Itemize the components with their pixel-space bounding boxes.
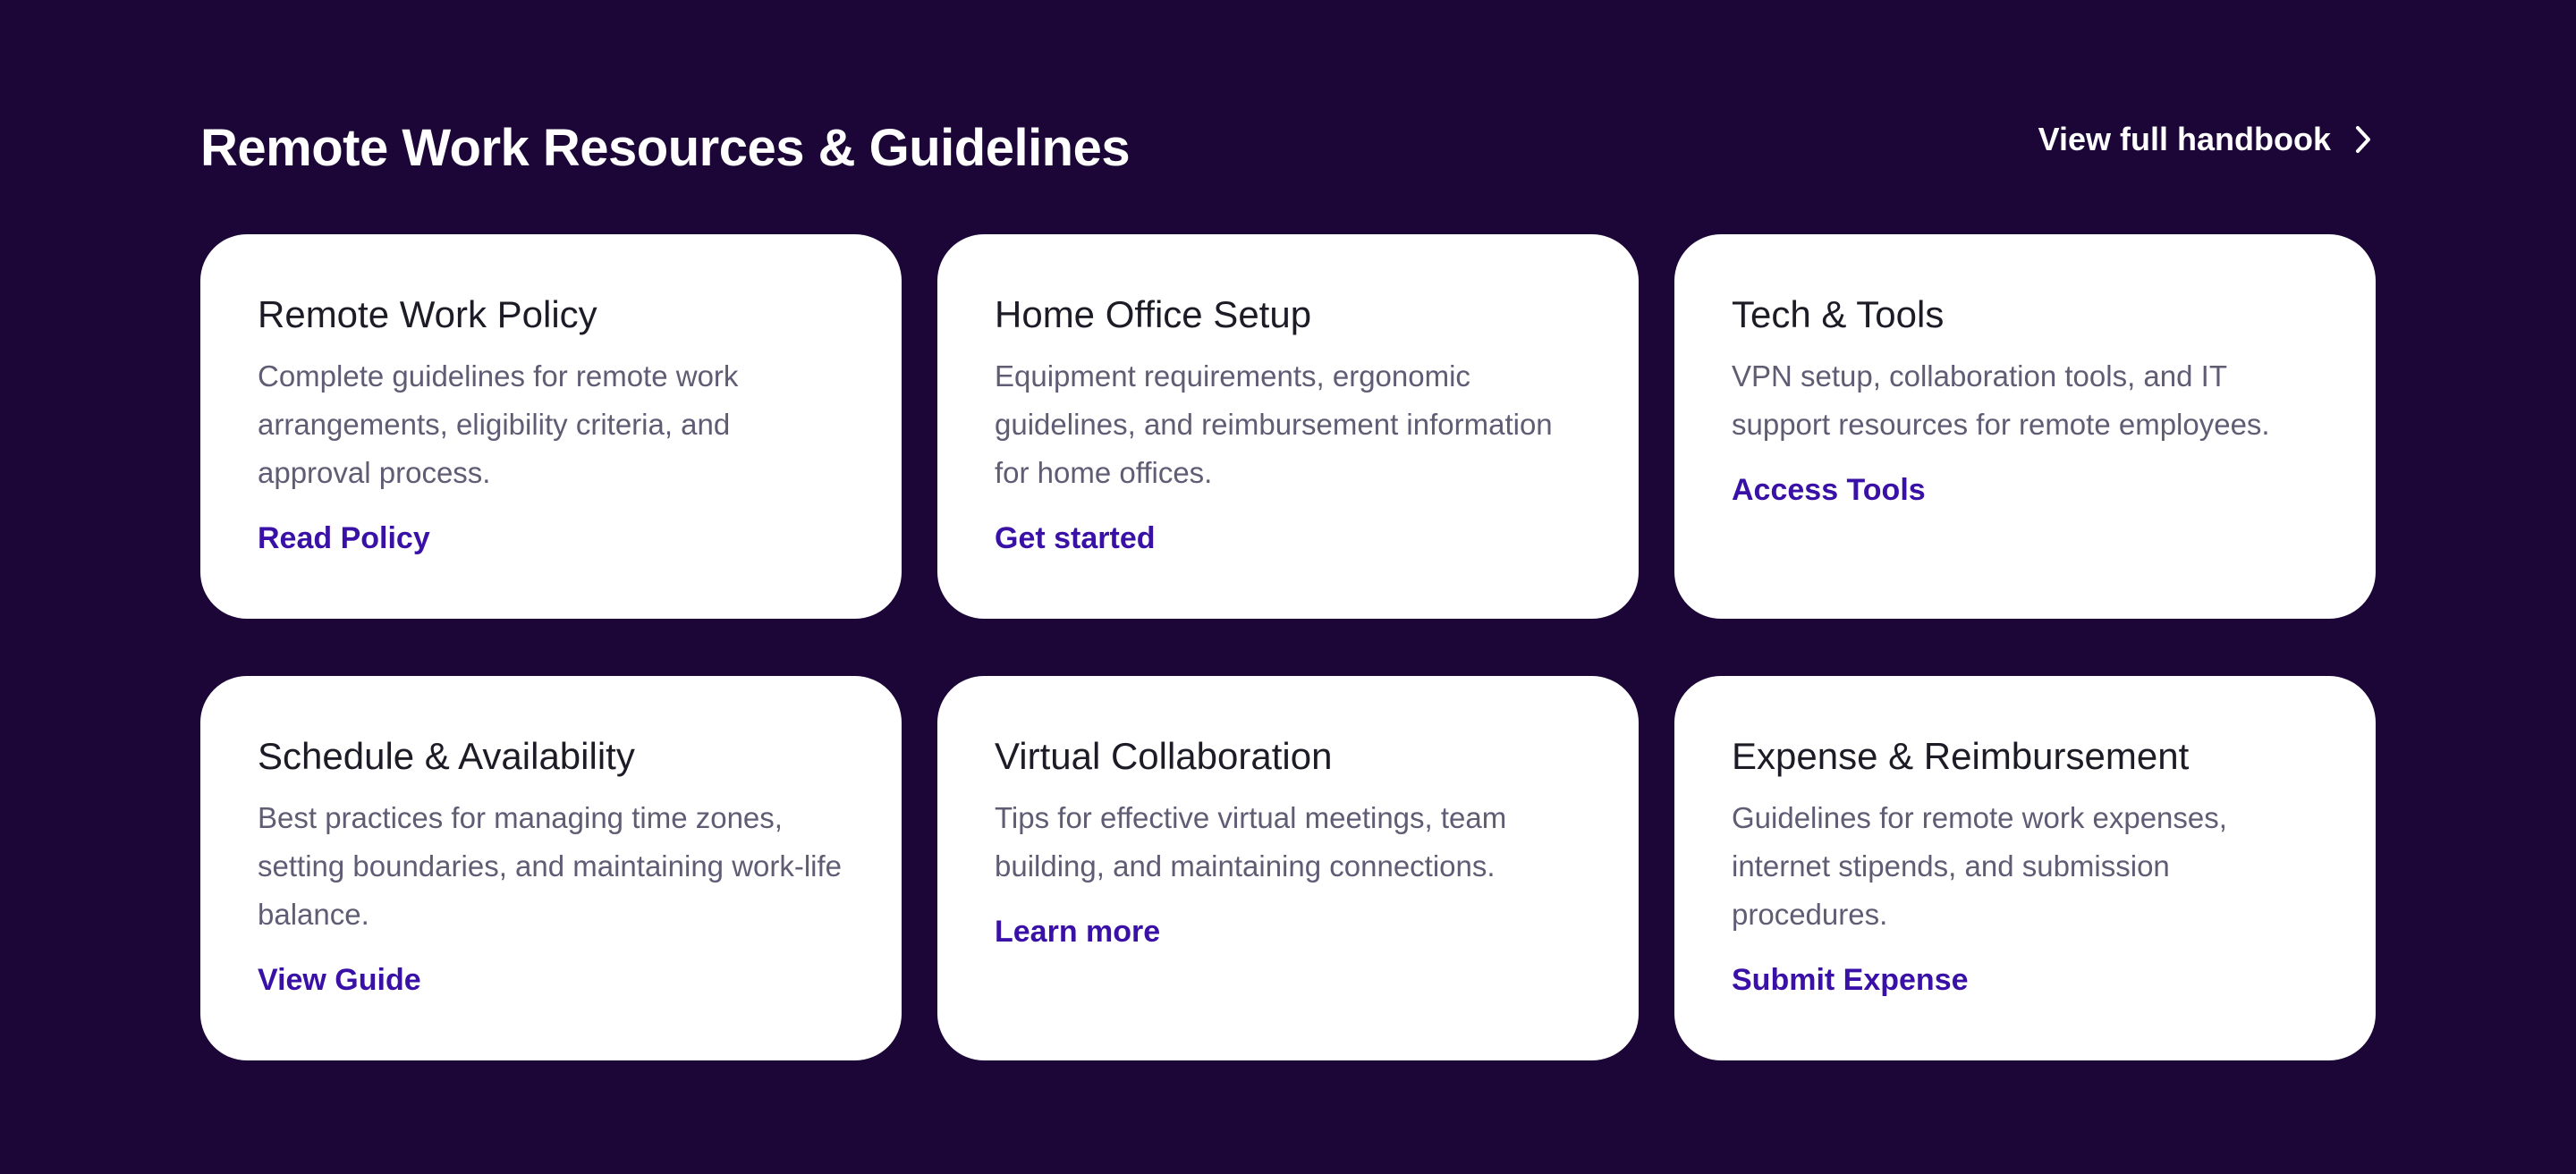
card-description: VPN setup, collaboration tools, and IT s… <box>1732 359 2270 441</box>
card-tech-tools: Tech & Tools VPN setup, collaboration to… <box>1674 234 2376 619</box>
card-home-office-setup: Home Office Setup Equipment requirements… <box>937 234 1639 619</box>
access-tools-link[interactable]: Access Tools <box>1732 469 1926 511</box>
section-header: Remote Work Resources & Guidelines View … <box>200 114 2376 186</box>
card-description: Equipment requirements, ergonomic guidel… <box>995 359 1553 489</box>
card-description: Guidelines for remote work expenses, int… <box>1732 801 2227 931</box>
view-guide-link[interactable]: View Guide <box>258 959 421 1001</box>
submit-expense-link[interactable]: Submit Expense <box>1732 959 1969 1001</box>
resources-section: Remote Work Resources & Guidelines View … <box>200 0 2376 1174</box>
get-started-link[interactable]: Get started <box>995 517 1156 560</box>
card-remote-work-policy: Remote Work Policy Complete guidelines f… <box>200 234 902 619</box>
card-title: Tech & Tools <box>1732 293 1945 335</box>
view-handbook-link[interactable]: View full handbook <box>2038 118 2376 161</box>
view-handbook-label: View full handbook <box>2038 121 2331 157</box>
learn-more-link[interactable]: Learn more <box>995 910 1160 953</box>
card-title: Remote Work Policy <box>258 293 597 335</box>
chevron-right-icon <box>2351 123 2376 156</box>
read-policy-link[interactable]: Read Policy <box>258 517 430 560</box>
card-schedule-availability: Schedule & Availability Best practices f… <box>200 676 902 1060</box>
card-virtual-collaboration: Virtual Collaboration Tips for effective… <box>937 676 1639 1060</box>
page-title: Remote Work Resources & Guidelines <box>200 119 1131 177</box>
card-title: Virtual Collaboration <box>995 735 1333 777</box>
card-description: Tips for effective virtual meetings, tea… <box>995 801 1507 883</box>
card-description: Complete guidelines for remote work arra… <box>258 359 739 489</box>
resource-card-grid: Remote Work Policy Complete guidelines f… <box>200 234 2376 1060</box>
card-title: Home Office Setup <box>995 293 1312 335</box>
card-expense-reimbursement: Expense & Reimbursement Guidelines for r… <box>1674 676 2376 1060</box>
card-title: Expense & Reimbursement <box>1732 735 2190 777</box>
card-description: Best practices for managing time zones, … <box>258 801 843 931</box>
card-title: Schedule & Availability <box>258 735 635 777</box>
